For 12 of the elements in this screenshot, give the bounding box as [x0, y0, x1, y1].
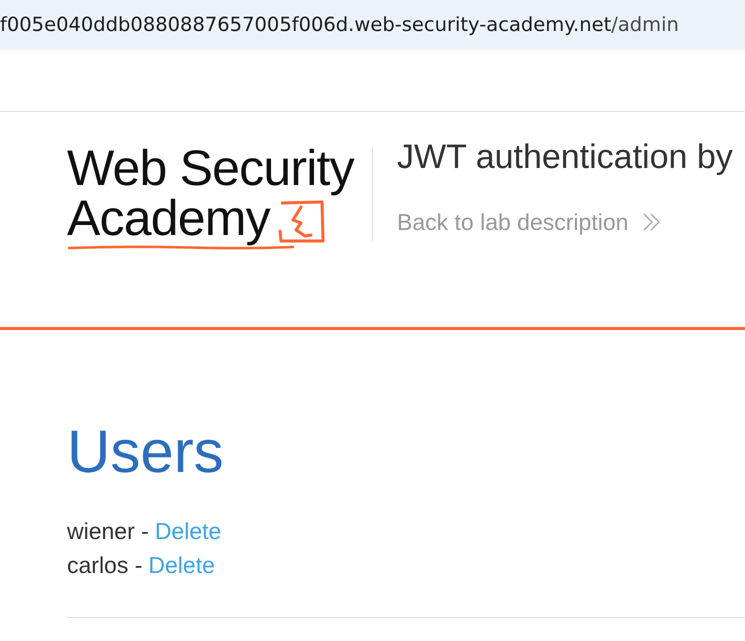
lightning-box-icon: [278, 200, 325, 243]
lab-title: JWT authentication by: [397, 140, 733, 174]
delete-link[interactable]: Delete: [154, 514, 222, 548]
logo-text: Web Security: [67, 143, 354, 193]
address-bar[interactable]: f005e040ddb0880887657005f006d.web-security-academy.net/admin: [0, 0, 745, 50]
users-heading: Users: [67, 422, 225, 482]
user-name: carlos -: [67, 551, 142, 580]
back-link[interactable]: Back to lab description: [397, 207, 660, 237]
delete-link[interactable]: Delete: [148, 548, 215, 582]
logo-text: Academy: [67, 193, 270, 243]
user-name: wiener -: [67, 517, 149, 546]
double-chevron-icon: [643, 213, 660, 231]
